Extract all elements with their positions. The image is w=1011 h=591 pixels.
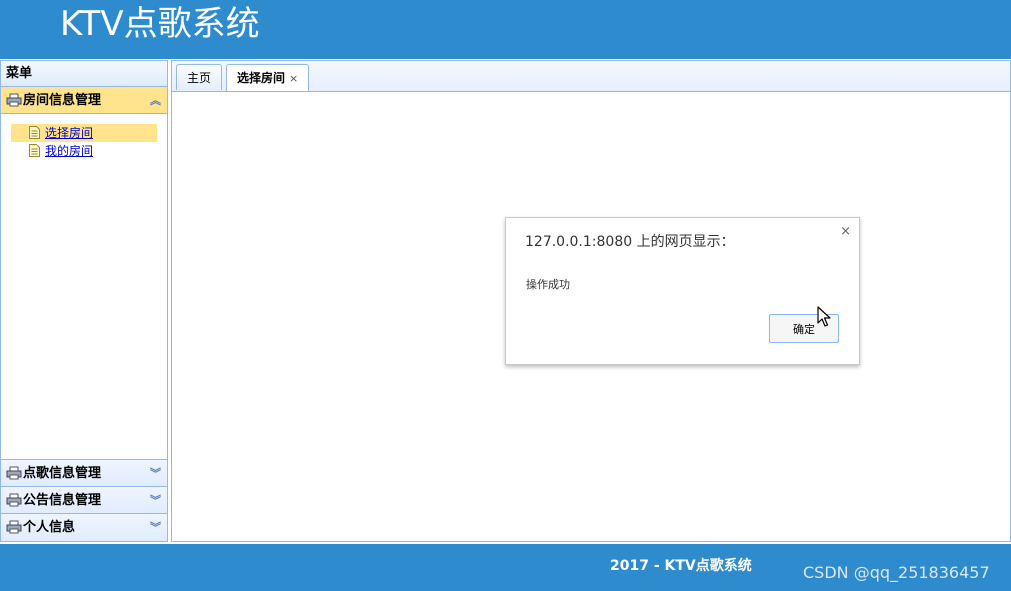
accordion-room-management[interactable]: 房间信息管理 ︽: [1, 87, 167, 114]
printer-icon: [6, 493, 22, 507]
header-bar: KTV点歌系统: [0, 0, 1011, 59]
document-icon: [29, 144, 40, 157]
select-room-link[interactable]: 选择房间: [45, 126, 93, 140]
watermark: CSDN @qq_251836457: [803, 563, 990, 582]
tab-home[interactable]: 主页: [176, 64, 223, 90]
tab-label: 主页: [187, 71, 212, 85]
accordion-label: 个人信息: [23, 520, 76, 535]
dialog-message: 操作成功: [526, 278, 570, 291]
printer-icon: [6, 466, 22, 480]
mouse-cursor-icon: [817, 306, 831, 327]
footer-bar: 2017 - KTV点歌系统 CSDN @qq_251836457: [0, 544, 1011, 591]
close-icon[interactable]: ×: [840, 224, 851, 239]
alert-dialog: 127.0.0.1:8080 上的网页显示： × 操作成功 确定: [505, 217, 860, 365]
footer-copyright: 2017 - KTV点歌系统: [610, 558, 752, 574]
accordion-song-management[interactable]: 点歌信息管理 ︾: [1, 460, 167, 487]
accordion-notice-management[interactable]: 公告信息管理 ︾: [1, 487, 167, 514]
sidebar: 菜单 房间信息管理 ︽ 选择房间 我的房间 点歌信息管理 ︾ 公告信息管理 ︾ …: [0, 60, 168, 542]
accordion-label: 点歌信息管理: [23, 466, 102, 481]
tab-label: 选择房间: [237, 71, 286, 85]
document-icon: [29, 126, 40, 139]
sidebar-title: 菜单: [1, 61, 167, 87]
my-room-link[interactable]: 我的房间: [45, 144, 93, 158]
room-menu-tree: 选择房间 我的房间: [1, 114, 167, 450]
tab-bar: 主页 选择房间 ×: [172, 61, 1010, 92]
dialog-title: 127.0.0.1:8080 上的网页显示：: [525, 234, 735, 250]
accordion-label: 公告信息管理: [23, 493, 102, 508]
tab-select-room[interactable]: 选择房间 ×: [226, 64, 310, 91]
app-title: KTV点歌系统: [60, 4, 260, 44]
expand-chevron-icon[interactable]: ︾: [150, 460, 161, 487]
printer-icon: [6, 93, 22, 107]
tree-item-select-room[interactable]: 选择房间: [11, 124, 157, 142]
collapsed-accordions: 点歌信息管理 ︾ 公告信息管理 ︾ 个人信息 ︾: [1, 459, 167, 541]
tab-close-icon[interactable]: ×: [289, 72, 298, 85]
printer-icon: [6, 520, 22, 534]
expand-chevron-icon[interactable]: ︾: [150, 487, 161, 514]
tree-item-my-room[interactable]: 我的房间: [11, 142, 167, 160]
collapse-chevron-icon[interactable]: ︽: [150, 87, 161, 114]
accordion-label: 房间信息管理: [23, 93, 102, 108]
expand-chevron-icon[interactable]: ︾: [150, 514, 161, 541]
accordion-personal-info[interactable]: 个人信息 ︾: [1, 514, 167, 541]
